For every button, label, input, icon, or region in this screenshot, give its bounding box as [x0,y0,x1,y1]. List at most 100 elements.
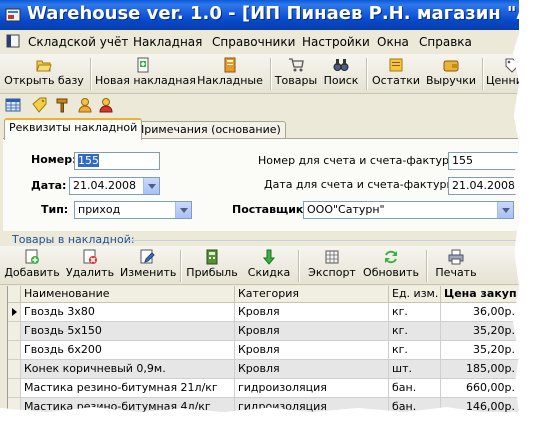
cell-unit[interactable]: кг. [389,303,441,322]
delete-icon [83,249,97,264]
table-row[interactable]: Конек коричневый 0,9м. Кровля шт. 185,00… [8,360,519,379]
number-field[interactable]: 155 [74,152,160,170]
cell-category[interactable]: Кровля [235,360,389,379]
cell-price[interactable]: 36,00р. [441,303,519,322]
title-bar: Warehouse ver. 1.0 - [ИП Пинаев Р.Н. маг… [0,0,519,30]
tab-notes[interactable]: Примечания (основание) [131,121,286,138]
chevron-down-icon[interactable] [143,178,159,194]
cell-unit[interactable]: кг. [389,341,441,360]
cell-unit[interactable]: бан. [389,398,441,412]
menu-item-windows[interactable]: Окна [377,35,409,49]
cell-unit[interactable]: бан. [389,379,441,398]
invoice-tabs: Реквизиты накладной Примечания (основани… [0,117,519,140]
stock-notes-icon [389,58,403,72]
edit-icon [140,249,155,264]
cell-name[interactable]: Мастика резино-битумная 4л/кг [21,398,235,412]
cell-price[interactable]: 660,00р. [441,379,519,398]
column-header-unit[interactable]: Ед. изм. [389,286,441,303]
cell-price[interactable]: 35,20р. [441,322,519,341]
table-row[interactable]: Гвоздь 5х150 Кровля кг. 35,20р. [8,322,519,341]
binoculars-icon [333,59,349,71]
row-indicator [8,398,21,412]
balances-button[interactable]: Остатки [371,57,421,91]
number-label: Номер: [31,153,77,166]
price-tags-button[interactable]: Ценники [486,57,519,91]
cell-price[interactable]: 35,20р. [441,341,519,360]
invoices-button[interactable]: Накладные [196,57,264,91]
chevron-down-icon[interactable] [175,202,191,218]
discount-button[interactable]: Скидка [246,249,292,283]
cell-category[interactable]: гидроизоляция [235,398,389,412]
table-row[interactable]: Гвоздь 3х80 Кровля кг. 36,00р. [8,303,519,322]
main-toolbar: Открыть базу Новая накладная Накладные Т… [0,54,519,94]
goods-group-divider [128,240,519,241]
cell-category[interactable]: Кровля [235,341,389,360]
cell-name[interactable]: Гвоздь 5х150 [21,322,235,341]
table-row[interactable]: Гвоздь 6х200 Кровля кг. 35,20р. [8,341,519,360]
menu-item-references[interactable]: Справочники [212,35,295,49]
open-database-button[interactable]: Открыть базу [4,57,84,91]
delete-item-button[interactable]: Удалить [64,249,116,283]
cell-name[interactable]: Конек коричневый 0,9м. [21,360,235,379]
application-window: Warehouse ver. 1.0 - [ИП Пинаев Р.Н. маг… [0,0,519,412]
chevron-down-icon[interactable] [497,202,513,218]
refresh-button[interactable]: Обновить [362,249,420,283]
row-indicator-header [8,286,21,303]
calculator-icon[interactable] [5,97,21,113]
date-picker[interactable]: 21.04.2008 [69,177,160,195]
column-header-category[interactable]: Категория [235,286,389,303]
hammer-icon[interactable] [54,97,70,113]
invoices-book-icon [224,57,236,73]
row-indicator [8,322,21,341]
add-item-button[interactable]: Добавить [4,249,60,283]
user-icon[interactable] [77,97,93,113]
cell-name[interactable]: Мастика резино-битумная 21л/кг [21,379,235,398]
goods-button[interactable]: Товары [274,57,318,91]
cell-price[interactable]: 185,00р. [441,360,519,379]
invoice-date-field[interactable]: 21.04.2008 [448,177,519,195]
search-button[interactable]: Поиск [322,57,360,91]
app-icon [5,8,21,22]
toolbar-separator [90,58,92,90]
add-icon [25,249,39,264]
row-indicator [8,360,21,379]
cell-category[interactable]: гидроизоляция [235,379,389,398]
date-label: Дата: [31,179,67,192]
goods-group-label: Товары в накладной: [12,233,135,246]
export-button[interactable]: Экспорт [306,249,358,283]
table-row[interactable]: Мастика резино-битумная 21л/кг гидроизол… [8,379,519,398]
supplier-label: Поставщик: [232,203,308,216]
table-row[interactable]: Мастика резино-битумная 4л/кг гидроизоля… [8,398,519,412]
menu-bar: Складской учёт Накладная Справочники Нас… [0,31,519,52]
cell-name[interactable]: Гвоздь 3х80 [21,303,235,322]
profit-button[interactable]: Прибыль [186,249,238,283]
toolbar-separator [482,58,484,90]
tab-invoice-details[interactable]: Реквизиты накладной [4,118,143,140]
supplier-select[interactable]: ООО"Сатурн" [303,201,514,219]
tag-icon[interactable] [31,97,47,113]
revenue-button[interactable]: Выручки [424,57,478,91]
document-menu-icon[interactable] [6,34,20,48]
invoice-number-field[interactable]: 155 [448,152,519,170]
type-select[interactable]: приход [74,201,192,219]
cell-price[interactable]: 146,00р. [441,398,519,412]
user-red-icon[interactable] [98,97,114,113]
cell-category[interactable]: Кровля [235,322,389,341]
new-invoice-button[interactable]: Новая накладная [95,57,196,91]
current-row-arrow-icon [12,308,17,316]
menu-item-invoice[interactable]: Накладная [133,35,202,49]
column-header-purchase-price[interactable]: Цена закуп. [441,286,519,303]
menu-item-help[interactable]: Справка [419,35,472,49]
profit-calculator-icon [206,249,218,265]
cell-name[interactable]: Гвоздь 6х200 [21,341,235,360]
menu-item-inventory[interactable]: Складской учёт [28,35,128,49]
toolbar-separator [426,250,428,282]
toolbar-separator [270,58,272,90]
cell-category[interactable]: Кровля [235,303,389,322]
menu-item-settings[interactable]: Настройки [302,35,370,49]
edit-item-button[interactable]: Изменить [120,249,176,283]
cell-unit[interactable]: шт. [389,360,441,379]
column-header-name[interactable]: Наименование [21,286,235,303]
cell-unit[interactable]: кг. [389,322,441,341]
print-button[interactable]: Печать [432,249,480,283]
